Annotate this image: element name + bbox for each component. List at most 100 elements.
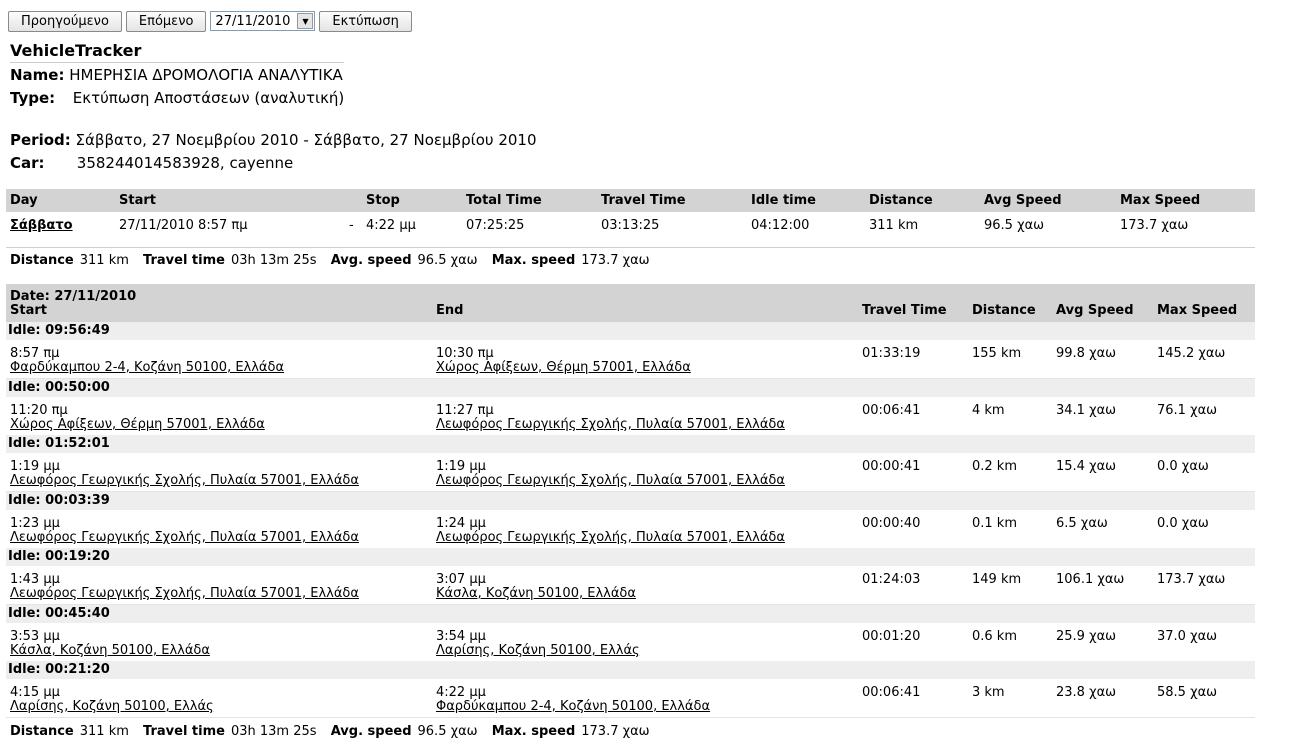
day-link[interactable]: Σάββατο bbox=[10, 218, 73, 233]
name-value: ΗΜΕΡΗΣΙΑ ΔΡΟΜΟΛΟΓΙΑ ΑΝΑΛΥΤΙΚΑ bbox=[69, 66, 343, 84]
idle-row: Idle: 00:03:39 bbox=[6, 492, 1255, 510]
day-table-header: Day Start Stop Total Time Travel Time Id… bbox=[6, 189, 1255, 212]
summary-bottom: Distance 311 km Travel time 03h 13m 25s Av… bbox=[10, 724, 660, 739]
trip-max-speed: 173.7 χαω bbox=[1157, 572, 1226, 587]
trip-end-address[interactable]: Φαρδύκαμπου 2-4, Κοζάνη 50100, Ελλάδα bbox=[436, 699, 710, 714]
trip-start-address[interactable]: Λεωφόρος Γεωργικής Σχολής, Πυλαία 57001,… bbox=[10, 530, 359, 545]
idle-label: Idle: 00:03:39 bbox=[8, 493, 110, 508]
trip-travel-time: 00:01:20 bbox=[862, 629, 921, 644]
car-value: 358244014583928, cayenne bbox=[76, 154, 294, 172]
trip-start-address[interactable]: Λεωφόρος Γεωργικής Σχολής, Πυλαία 57001,… bbox=[10, 586, 359, 601]
trip-travel-time: 00:00:40 bbox=[862, 516, 921, 531]
summary-distance-label: Distance bbox=[10, 253, 74, 268]
idle-label: Idle: 00:21:20 bbox=[8, 662, 110, 677]
summary-travel-label: Travel time bbox=[143, 724, 225, 739]
trip-start-address[interactable]: Λαρίσης, Κοζάνη 50100, Ελλάς bbox=[10, 699, 214, 714]
detail-table-header: Date: 27/11/2010 Start End Travel Time D… bbox=[6, 284, 1255, 322]
trip-distance: 0.1 km bbox=[972, 516, 1017, 531]
print-button[interactable]: Εκτύπωση bbox=[319, 10, 412, 32]
day-dash: - bbox=[349, 218, 354, 233]
summary-max-label: Max. speed bbox=[491, 724, 576, 739]
summary-max-label: Max. speed bbox=[491, 253, 576, 268]
next-button[interactable]: Επόμενο bbox=[125, 10, 207, 32]
trip-start-time: 4:15 μμ bbox=[10, 685, 60, 700]
trip-start-address[interactable]: Λεωφόρος Γεωργικής Σχολής, Πυλαία 57001,… bbox=[10, 473, 359, 488]
trip-start-address[interactable]: Φαρδύκαμπου 2-4, Κοζάνη 50100, Ελλάδα bbox=[10, 360, 284, 375]
day-start: 27/11/2010 8:57 πμ bbox=[119, 218, 248, 233]
meta-period: Period: Σάββατο, 27 Νοεμβρίου 2010 - Σάβ… bbox=[10, 131, 537, 149]
summary-avg-label: Avg. speed bbox=[330, 253, 412, 268]
col-travel-time: Travel Time bbox=[601, 193, 686, 208]
summary-travel: 03h 13m 25s bbox=[230, 724, 317, 739]
trip-end-address[interactable]: Χώρος Αφίξεων, Θέρμη 57001, Ελλάδα bbox=[436, 360, 691, 375]
trip-row: 4:15 μμ Λαρίσης, Κοζάνη 50100, Ελλάς 4:22 … bbox=[6, 680, 1255, 718]
col-trip-max: Max Speed bbox=[1157, 303, 1238, 318]
idle-row: Idle: 00:19:20 bbox=[6, 548, 1255, 566]
trip-end-address[interactable]: Λεωφόρος Γεωργικής Σχολής, Πυλαία 57001,… bbox=[436, 473, 785, 488]
trip-start-time: 11:20 πμ bbox=[10, 403, 68, 418]
summary-distance-label: Distance bbox=[10, 724, 74, 739]
trip-avg-speed: 99.8 χαω bbox=[1056, 346, 1117, 361]
meta-name: Name: ΗΜΕΡΗΣΙΑ ΔΡΟΜΟΛΟΓΙΑ ΑΝΑΛΥΤΙΚΑ bbox=[10, 66, 343, 84]
day-distance: 311 km bbox=[869, 218, 919, 233]
col-max-speed: Max Speed bbox=[1120, 193, 1201, 208]
trip-distance: 0.6 km bbox=[972, 629, 1017, 644]
trip-end-time: 1:24 μμ bbox=[436, 516, 486, 531]
summary-travel: 03h 13m 25s bbox=[230, 253, 317, 268]
col-start: Start bbox=[119, 193, 156, 208]
summary-distance: 311 km bbox=[79, 724, 129, 739]
trip-max-speed: 76.1 χαω bbox=[1157, 403, 1218, 418]
day-max: 173.7 χαω bbox=[1120, 218, 1189, 233]
trip-max-speed: 58.5 χαω bbox=[1157, 685, 1218, 700]
trip-end-time: 3:54 μμ bbox=[436, 629, 486, 644]
car-label: Car: bbox=[10, 154, 45, 172]
trip-end-address[interactable]: Κάσλα, Κοζάνη 50100, Ελλάδα bbox=[436, 586, 636, 601]
trip-end-time: 11:27 πμ bbox=[436, 403, 494, 418]
idle-row: Idle: 00:21:20 bbox=[6, 661, 1255, 679]
trip-end-address[interactable]: Λαρίσης, Κοζάνη 50100, Ελλάς bbox=[436, 643, 640, 658]
idle-label: Idle: 00:19:20 bbox=[8, 549, 110, 564]
day-stop: 4:22 μμ bbox=[366, 218, 416, 233]
trip-end-time: 1:19 μμ bbox=[436, 459, 486, 474]
day-travel: 03:13:25 bbox=[601, 218, 660, 233]
trip-start-time: 8:57 πμ bbox=[10, 346, 60, 361]
trip-distance: 149 km bbox=[972, 572, 1022, 587]
period-value: Σάββατο, 27 Νοεμβρίου 2010 - Σάββατο, 27… bbox=[75, 131, 537, 149]
trip-end-time: 10:30 πμ bbox=[436, 346, 494, 361]
meta-type: Type: Εκτύπωση Αποστάσεων (αναλυτική) bbox=[10, 89, 344, 107]
trip-travel-time: 00:00:41 bbox=[862, 459, 921, 474]
col-day: Day bbox=[10, 193, 38, 208]
date-select[interactable]: 27/11/2010 ▼ bbox=[210, 11, 316, 31]
trip-travel-time: 01:33:19 bbox=[862, 346, 921, 361]
trip-avg-speed: 106.1 χαω bbox=[1056, 572, 1125, 587]
summary-distance: 311 km bbox=[79, 253, 129, 268]
day-table-row: Σάββατο 27/11/2010 8:57 πμ - 4:22 μμ 07:… bbox=[6, 212, 1255, 248]
trip-end-time: 4:22 μμ bbox=[436, 685, 486, 700]
chevron-down-icon[interactable]: ▼ bbox=[297, 13, 314, 29]
summary-avg: 96.5 χαω bbox=[417, 724, 478, 739]
trip-end-address[interactable]: Λεωφόρος Γεωργικής Σχολής, Πυλαία 57001,… bbox=[436, 417, 785, 432]
summary-top: Distance 311 km Travel time 03h 13m 25s Av… bbox=[10, 253, 660, 268]
period-label: Period: bbox=[10, 131, 71, 149]
trip-row: 8:57 πμ Φαρδύκαμπου 2-4, Κοζάνη 50100, Ελ… bbox=[6, 341, 1255, 379]
idle-label: Idle: 01:52:01 bbox=[8, 436, 110, 451]
trip-end-address[interactable]: Λεωφόρος Γεωργικής Σχολής, Πυλαία 57001,… bbox=[436, 530, 785, 545]
trip-max-speed: 0.0 χαω bbox=[1157, 516, 1209, 531]
trip-travel-time: 00:06:41 bbox=[862, 403, 921, 418]
trip-row: 1:43 μμ Λεωφόρος Γεωργικής Σχολής, Πυλαία… bbox=[6, 567, 1255, 605]
idle-row: Idle: 01:52:01 bbox=[6, 435, 1255, 453]
trip-start-address[interactable]: Χώρος Αφίξεων, Θέρμη 57001, Ελλάδα bbox=[10, 417, 265, 432]
idle-row: Idle: 00:50:00 bbox=[6, 379, 1255, 397]
idle-row: Idle: 09:56:49 bbox=[6, 322, 1255, 340]
type-value: Εκτύπωση Αποστάσεων (αναλυτική) bbox=[72, 89, 345, 107]
trip-avg-speed: 34.1 χαω bbox=[1056, 403, 1117, 418]
trip-start-address[interactable]: Κάσλα, Κοζάνη 50100, Ελλάδα bbox=[10, 643, 210, 658]
trip-distance: 3 km bbox=[972, 685, 1005, 700]
previous-button[interactable]: Προηγούμενο bbox=[8, 10, 122, 32]
trip-end-time: 3:07 μμ bbox=[436, 572, 486, 587]
trip-distance: 0.2 km bbox=[972, 459, 1017, 474]
name-label: Name: bbox=[10, 66, 65, 84]
trip-travel-time: 01:24:03 bbox=[862, 572, 921, 587]
summary-avg: 96.5 χαω bbox=[417, 253, 478, 268]
trip-max-speed: 37.0 χαω bbox=[1157, 629, 1218, 644]
